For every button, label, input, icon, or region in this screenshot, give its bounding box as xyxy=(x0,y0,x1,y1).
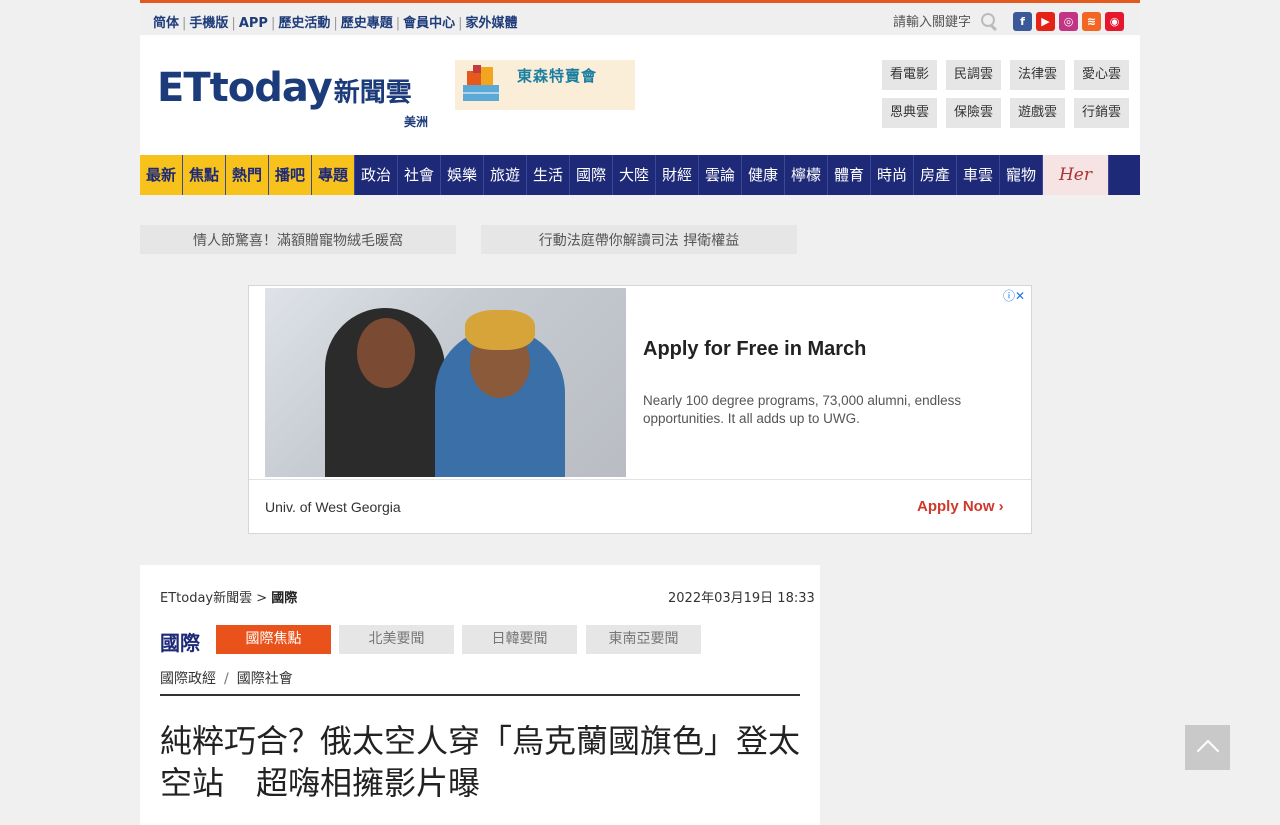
ad-title[interactable]: Apply for Free in March xyxy=(643,338,866,361)
promo-link-court[interactable]: 行動法庭帶你解讀司法 捍衛權益 xyxy=(481,225,797,254)
nav-finance[interactable]: 財經 xyxy=(656,155,699,195)
breadcrumb: ETtoday新聞雲 > 國際 xyxy=(160,587,297,606)
subcat-society[interactable]: 國際社會 xyxy=(237,671,293,687)
cloud-charity[interactable]: 愛心雲 xyxy=(1074,60,1129,90)
nav-opinion[interactable]: 雲論 xyxy=(699,155,742,195)
nav-lemon[interactable]: 檸檬 xyxy=(785,155,828,195)
nav-sports[interactable]: 體育 xyxy=(828,155,871,195)
article-date: 2022年03月19日 18:33 xyxy=(668,591,815,606)
instagram-icon[interactable]: ◎ xyxy=(1059,12,1078,31)
main-nav: 最新 焦點 熱門 播吧 專題 政治 社會 娛樂 旅遊 生活 國際 大陸 財經 雲… xyxy=(140,155,1140,195)
apply-now-label: Apply Now xyxy=(917,498,995,515)
cloud-grace[interactable]: 恩典雲 xyxy=(882,98,937,128)
logo-latin: ETtoday xyxy=(157,65,333,111)
mobile-link[interactable]: 手機版 xyxy=(189,16,228,31)
logo-cn: 新聞雲 xyxy=(333,78,412,108)
search-input[interactable]: 請輸入關鍵字 xyxy=(893,11,971,30)
nav-bar[interactable]: 播吧 xyxy=(269,155,312,195)
history-events-link[interactable]: 歷史活動 xyxy=(278,16,330,31)
cloud-insurance[interactable]: 保險雲 xyxy=(946,98,1001,128)
breadcrumb-section[interactable]: 國際 xyxy=(271,591,297,606)
chevron-right-icon: › xyxy=(998,498,1004,515)
nav-travel[interactable]: 旅遊 xyxy=(484,155,527,195)
section-divider xyxy=(160,694,800,696)
nav-latest[interactable]: 最新 xyxy=(140,155,183,195)
cloud-law[interactable]: 法律雲 xyxy=(1010,60,1065,90)
site-header: ETtoday新聞雲 美洲 東森特賣會 看電影 民調雲 法律雲 愛心雲 恩典雲 … xyxy=(140,35,1140,155)
nav-pets[interactable]: 寵物 xyxy=(1000,155,1043,195)
nav-topics[interactable]: 專題 xyxy=(312,155,355,195)
facebook-icon[interactable]: f xyxy=(1013,12,1032,31)
tab-japan-korea[interactable]: 日韓要聞 xyxy=(462,625,577,654)
cloud-movies[interactable]: 看電影 xyxy=(882,60,937,90)
nav-focus[interactable]: 焦點 xyxy=(183,155,226,195)
banner-text: 東森特賣會 xyxy=(517,67,598,85)
cloud-games[interactable]: 遊戲雲 xyxy=(1010,98,1065,128)
simplified-link[interactable]: 简体 xyxy=(153,16,179,31)
nav-health[interactable]: 健康 xyxy=(742,155,785,195)
subcategory-links: 國際政經 / 國際社會 xyxy=(160,671,293,687)
rss-icon[interactable]: ≋ xyxy=(1082,12,1101,31)
nav-property[interactable]: 房產 xyxy=(914,155,957,195)
tab-southeast-asia[interactable]: 東南亞要聞 xyxy=(586,625,701,654)
section-title[interactable]: 國際 xyxy=(160,627,200,656)
region-label[interactable]: 美洲 xyxy=(404,113,428,130)
ad-photo[interactable] xyxy=(265,288,626,477)
ad-unit[interactable]: ⓘ✕ Apply for Free in March Nearly 100 de… xyxy=(248,285,1032,534)
nav-china[interactable]: 大陸 xyxy=(613,155,656,195)
ad-sponsor[interactable]: Univ. of West Georgia xyxy=(265,499,401,515)
article-container: ETtoday新聞雲 > 國際 2022年03月19日 18:33 國際 國際焦… xyxy=(140,565,820,825)
ad-divider xyxy=(249,479,1031,480)
nav-politics[interactable]: 政治 xyxy=(355,155,398,195)
tab-international-focus[interactable]: 國際焦點 xyxy=(216,625,331,654)
shopping-basket-icon xyxy=(463,65,499,101)
youtube-icon[interactable]: ▶ xyxy=(1036,12,1055,31)
ad-description: Nearly 100 degree programs, 73,000 alumn… xyxy=(643,393,962,426)
member-center-link[interactable]: 會員中心 xyxy=(403,16,455,31)
cloud-polls[interactable]: 民調雲 xyxy=(946,60,1001,90)
nav-international[interactable]: 國際 xyxy=(570,155,613,195)
history-topics-link[interactable]: 歷史專題 xyxy=(341,16,393,31)
outdoor-media-link[interactable]: 家外媒體 xyxy=(466,16,518,31)
search-box[interactable]: 請輸入關鍵字 xyxy=(893,11,998,30)
article-headline: 純粹巧合？俄太空人穿「烏克蘭國旗色」登太空站 超嗨相擁影片曝 xyxy=(160,722,801,802)
nav-entertainment[interactable]: 娛樂 xyxy=(441,155,484,195)
apply-now-button[interactable]: Apply Now › xyxy=(917,498,1004,515)
nav-society[interactable]: 社會 xyxy=(398,155,441,195)
promo-link-pets[interactable]: 情人節驚喜！滿額贈寵物絨毛暖窩 xyxy=(140,225,456,254)
weibo-icon[interactable]: ◉ xyxy=(1105,12,1124,31)
back-to-top-button[interactable] xyxy=(1185,725,1230,770)
app-link[interactable]: APP xyxy=(239,16,268,31)
subcat-politics-economy[interactable]: 國際政經 xyxy=(160,671,216,687)
site-logo[interactable]: ETtoday新聞雲 xyxy=(157,65,412,111)
sale-banner[interactable]: 東森特賣會 xyxy=(455,60,635,110)
search-icon[interactable] xyxy=(980,12,998,30)
cloud-marketing[interactable]: 行銷雲 xyxy=(1074,98,1129,128)
top-bar: 简体 | 手機版 | APP | 歷史活動 | 歷史專題 | 會員中心 | 家外媒體 請輸入關鍵字 f … xyxy=(140,0,1140,35)
nav-cars[interactable]: 車雲 xyxy=(957,155,1000,195)
top-links: 简体 | 手機版 | APP | 歷史活動 | 歷史專題 | 會員中心 | 家外媒體 xyxy=(153,16,518,31)
tab-north-america[interactable]: 北美要聞 xyxy=(339,625,454,654)
adchoices-icon[interactable]: ⓘ✕ xyxy=(1003,287,1025,304)
breadcrumb-home[interactable]: ETtoday新聞雲 > xyxy=(160,591,267,606)
nav-life[interactable]: 生活 xyxy=(527,155,570,195)
nav-hot[interactable]: 熱門 xyxy=(226,155,269,195)
nav-fashion[interactable]: 時尚 xyxy=(871,155,914,195)
nav-her[interactable]: Her xyxy=(1043,155,1109,195)
